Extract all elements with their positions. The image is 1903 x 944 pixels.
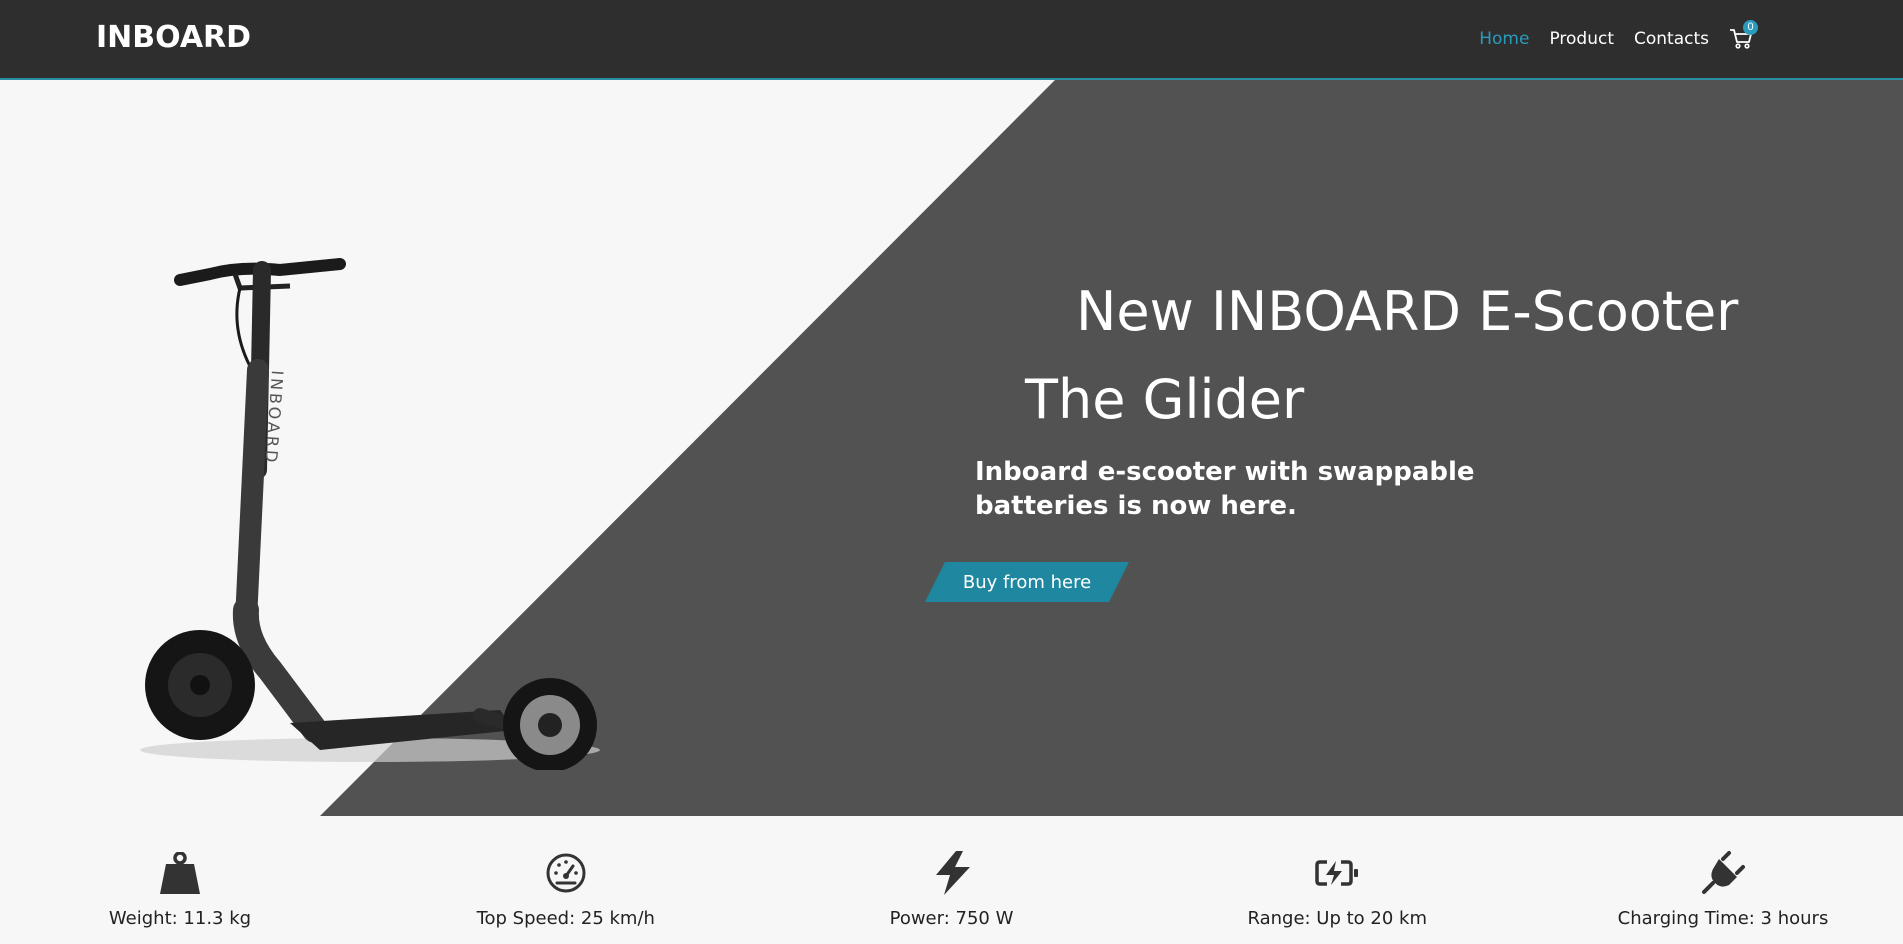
feature-power-label: Power: 750 W — [889, 908, 1014, 929]
nav-link-home[interactable]: Home — [1479, 29, 1529, 49]
feature-charging-time-label: Charging Time: 3 hours — [1617, 908, 1829, 929]
brand-logo[interactable]: INBOARD — [96, 20, 251, 55]
feature-charging-time: Charging Time: 3 hours — [1613, 816, 1833, 944]
battery-charging-icon — [1315, 860, 1359, 886]
weight-icon — [160, 852, 200, 894]
cart-button[interactable]: 0 — [1729, 20, 1758, 50]
hero-title: New INBOARD E-Scooter — [1076, 280, 1739, 343]
hero-description: Inboard e-scooter with swappable batteri… — [975, 457, 1475, 521]
hero-subtitle: The Glider — [1025, 368, 1305, 431]
navbar: INBOARD Home Product Contacts 0 — [0, 0, 1903, 80]
feature-power: Power: 750 W — [842, 816, 1062, 944]
nav-link-contacts[interactable]: Contacts — [1634, 29, 1709, 49]
e-scooter-product-image: INBOARD — [140, 258, 600, 770]
feature-weight: Weight: 11.3 kg — [70, 816, 290, 944]
plug-icon — [1702, 851, 1745, 894]
feature-weight-label: Weight: 11.3 kg — [108, 908, 252, 929]
feature-range: Range: Up to 20 km — [1227, 816, 1447, 944]
feature-top-speed: Top Speed: 25 km/h — [456, 816, 676, 944]
feature-top-speed-label: Top Speed: 25 km/h — [476, 908, 655, 929]
cart-count-badge: 0 — [1743, 20, 1758, 35]
lightning-bolt-icon — [935, 851, 970, 895]
features-bar: Weight: 11.3 kg Top Speed: 25 km/h Power… — [0, 816, 1903, 944]
hero-section: INBOARD New INBOARD E-Scooter The Glider… — [0, 80, 1903, 816]
speedometer-icon — [546, 853, 586, 893]
buy-button[interactable]: Buy from here — [925, 562, 1129, 602]
nav-links: Home Product Contacts 0 — [1459, 20, 1758, 50]
nav-link-product[interactable]: Product — [1549, 29, 1614, 49]
feature-range-label: Range: Up to 20 km — [1247, 908, 1428, 929]
